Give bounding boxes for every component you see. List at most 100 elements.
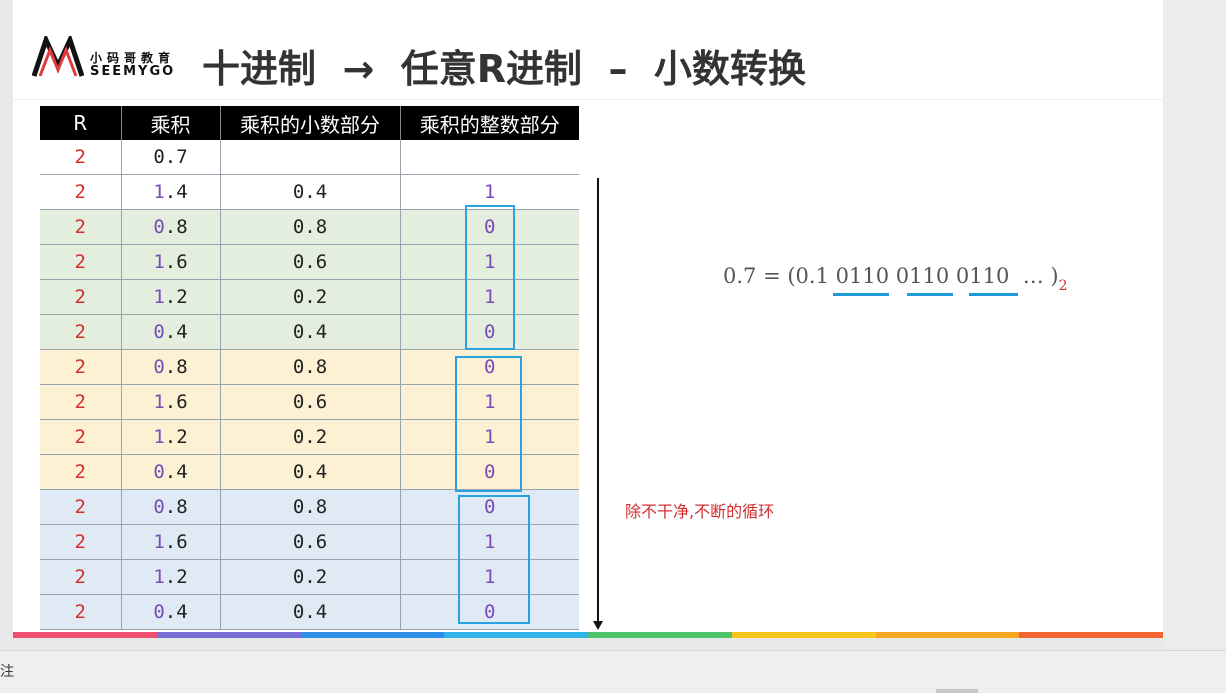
cell-fraction-part: [219, 140, 400, 175]
product-integer-digit: 1: [153, 426, 165, 448]
cell-fraction-part: 0.4: [219, 454, 400, 490]
product-integer-digit: 0: [153, 461, 165, 483]
header-divider: [13, 99, 1163, 100]
cell-product: 1.2: [120, 279, 220, 315]
cell-product: 0.4: [120, 454, 220, 490]
product-integer-digit: 1: [153, 181, 165, 203]
group-box-1: [465, 205, 515, 350]
slide-title: 十进制 → 任意R进制 – 小数转换: [202, 47, 806, 91]
stripe-segment: [1019, 632, 1163, 638]
cell-fraction-part: 0.2: [219, 559, 400, 595]
cell-fraction-part: 0.4: [219, 174, 400, 210]
cell-integer-part: [399, 140, 579, 175]
cell-fraction-part: 0.2: [219, 419, 400, 455]
binary-formula: 0.7 = (0.1 0110 0110 0110 … )2: [723, 264, 1067, 294]
cell-radix: 2: [40, 524, 121, 560]
formula-group-1: 0110: [835, 264, 890, 288]
cell-fraction-part: 0.8: [219, 209, 400, 245]
product-integer-digit: 0: [153, 321, 165, 343]
color-stripe: [13, 632, 1163, 638]
cell-fraction-part: 0.6: [219, 384, 400, 420]
formula-tail: … ): [1009, 264, 1059, 288]
direction-arrow-line: [597, 178, 599, 624]
product-fraction-digits: .2: [164, 286, 188, 308]
logo: 小码哥教育 SEEMYGO: [32, 36, 192, 80]
product-fraction-digits: .6: [164, 531, 188, 553]
product-fraction-digits: .4: [164, 601, 188, 623]
table-row: 2 0.7: [40, 140, 579, 175]
header-product: 乘积: [120, 106, 220, 140]
stripe-segment: [300, 632, 445, 638]
product-fraction-digits: .4: [164, 181, 188, 203]
formula-underline-1: [833, 293, 889, 296]
product-integer-digit: 1: [153, 286, 165, 308]
cell-fraction-part: 0.6: [219, 244, 400, 280]
logo-mark-icon: [32, 36, 84, 77]
product-integer-digit: 0: [153, 216, 165, 238]
product-integer-digit: 1: [153, 251, 165, 273]
cell-radix: 2: [40, 314, 121, 350]
product-fraction-digits: .4: [164, 461, 188, 483]
cell-product: 1.6: [120, 244, 220, 280]
notes-bar[interactable]: 注: [0, 650, 1226, 693]
product-integer-digit: 1: [153, 531, 165, 553]
cell-product: 0.4: [120, 314, 220, 350]
cell-product: 0.8: [120, 209, 220, 245]
cell-fraction-part: 0.4: [219, 314, 400, 350]
cell-product: 0.4: [120, 594, 220, 630]
cell-product: 0.8: [120, 349, 220, 385]
header-integer-part: 乘积的整数部分: [399, 106, 579, 140]
cell-product: 1.6: [120, 384, 220, 420]
cell-product: 1.4: [120, 174, 220, 210]
product-integer-digit: 0: [153, 496, 165, 518]
header-fraction-part: 乘积的小数部分: [219, 106, 400, 140]
cell-fraction-part: 0.4: [219, 594, 400, 630]
formula-group-3: 0110: [955, 264, 1010, 288]
product-fraction-digits: .4: [164, 321, 188, 343]
table-header-row: R 乘积 乘积的小数部分 乘积的整数部分: [40, 106, 579, 140]
product-fraction-digits: .8: [164, 496, 188, 518]
cell-product: 1.2: [120, 559, 220, 595]
editor-side-margin: [1163, 0, 1226, 650]
product-fraction-digits: .6: [164, 391, 188, 413]
arrow-down-icon: [593, 621, 603, 630]
product-integer-digit: 0: [153, 601, 165, 623]
stripe-segment: [588, 632, 732, 638]
cell-radix: 2: [40, 454, 121, 490]
cell-fraction-part: 0.6: [219, 524, 400, 560]
cell-fraction-part: 0.8: [219, 349, 400, 385]
formula-group-2: 0110: [895, 264, 950, 288]
cell-radix: 2: [40, 384, 121, 420]
product-fraction-digits: .2: [164, 426, 188, 448]
group-box-3: [458, 495, 530, 624]
header-radix: R: [40, 106, 121, 140]
product-integer-digit: 1: [153, 391, 165, 413]
formula-base-subscript: 2: [1058, 278, 1068, 294]
product-integer-digit: 1: [153, 566, 165, 588]
product-integer-digit: 0: [153, 356, 165, 378]
cell-fraction-part: 0.2: [219, 279, 400, 315]
logo-english-text: SEEMYGO: [90, 64, 176, 79]
product-fraction-digits: 0.7: [153, 146, 188, 168]
cell-radix: 2: [40, 489, 121, 525]
scroll-handle[interactable]: [936, 689, 978, 693]
stripe-segment: [13, 632, 157, 638]
product-fraction-digits: .6: [164, 251, 188, 273]
cell-radix: 2: [40, 140, 121, 175]
cell-product: 1.2: [120, 419, 220, 455]
product-fraction-digits: .8: [164, 216, 188, 238]
cycle-note: 除不干净,不断的循环: [625, 502, 775, 521]
group-box-2: [455, 356, 522, 492]
cell-fraction-part: 0.8: [219, 489, 400, 525]
cell-radix: 2: [40, 279, 121, 315]
formula-underline-3: [969, 293, 1018, 296]
cell-product: 1.6: [120, 524, 220, 560]
formula-lhs: 0.7 = (0.1: [723, 264, 836, 288]
formula-underline-2: [907, 293, 953, 296]
stripe-segment: [156, 632, 301, 638]
product-fraction-digits: .2: [164, 566, 188, 588]
cell-radix: 2: [40, 209, 121, 245]
cell-radix: 2: [40, 559, 121, 595]
notes-label: 注: [0, 664, 14, 680]
cell-product: 0.7: [120, 140, 220, 175]
